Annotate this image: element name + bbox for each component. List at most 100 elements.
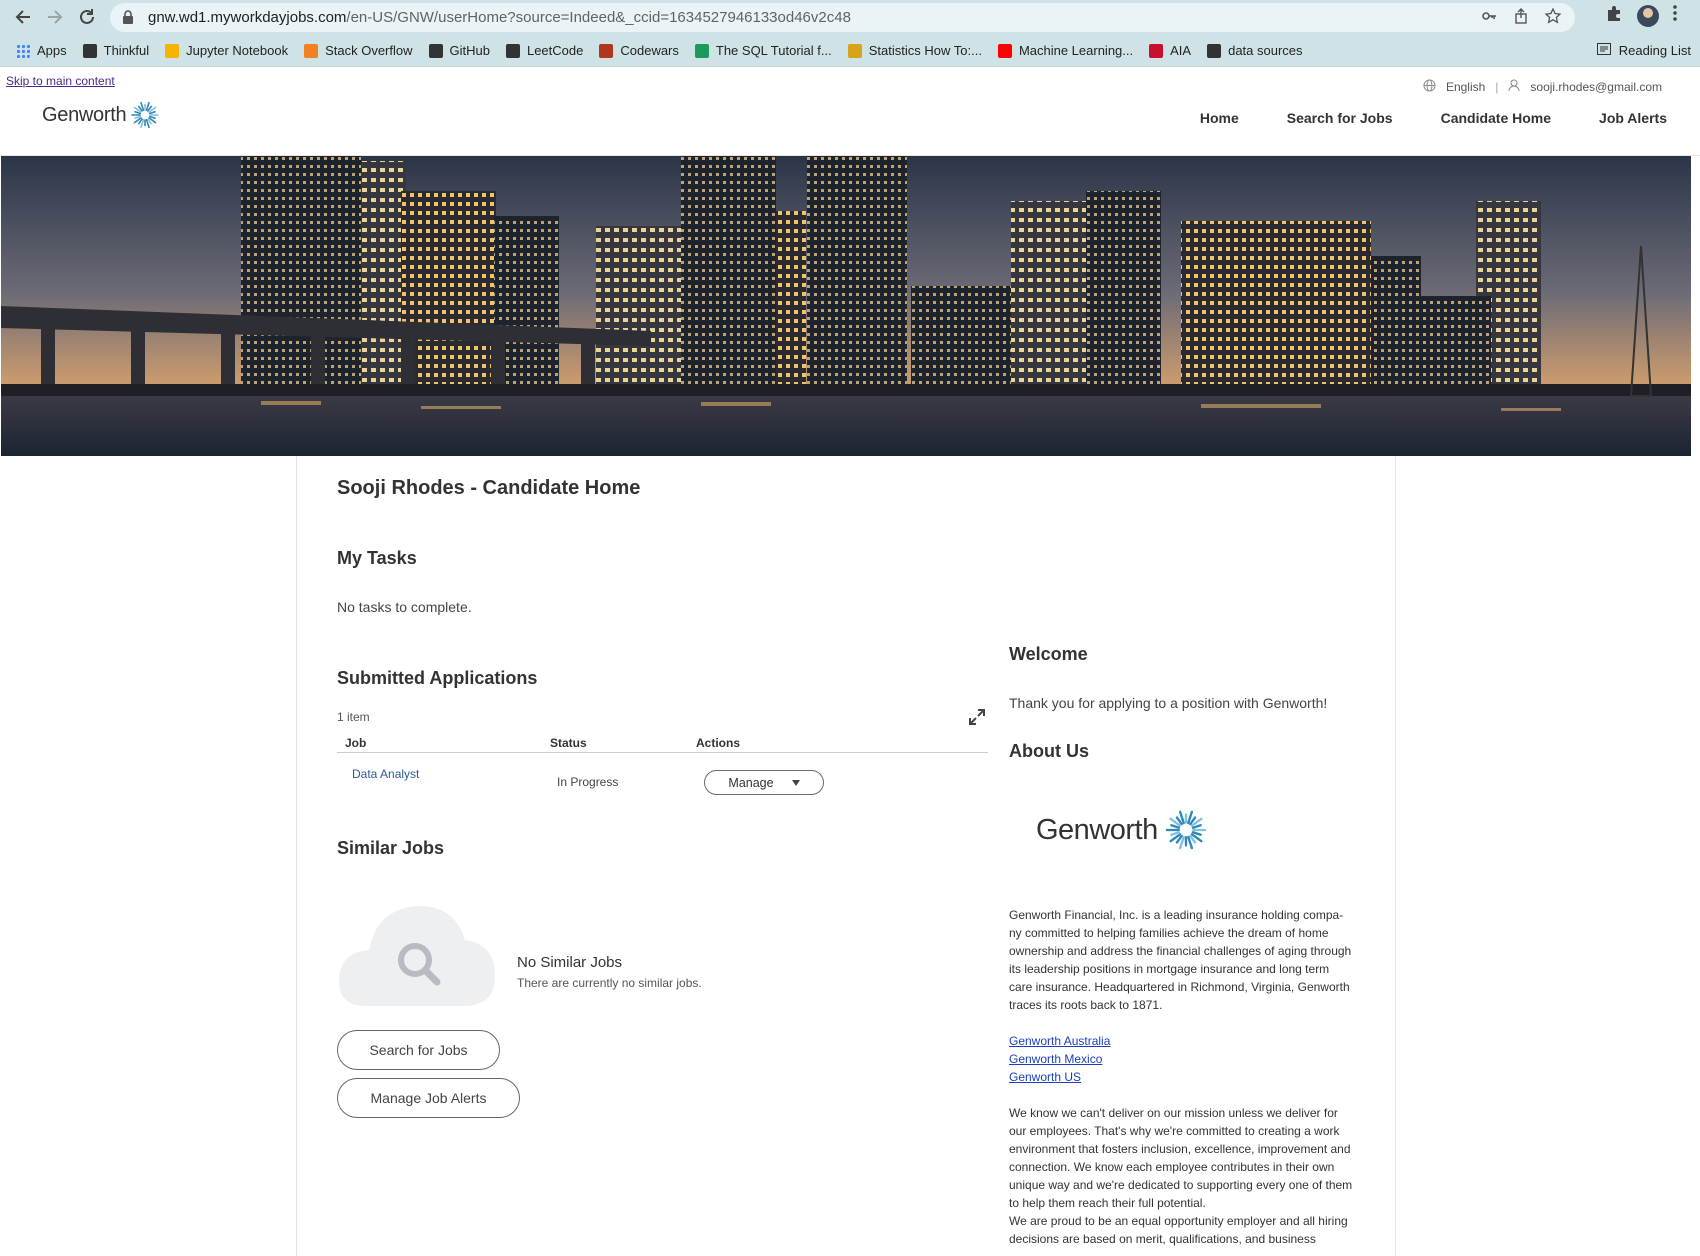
- bookmark-label: Jupyter Notebook: [186, 43, 289, 58]
- star-icon[interactable]: [1544, 7, 1562, 29]
- eeo-text: We are proud to be an equal opportunity …: [1009, 1214, 1348, 1246]
- column-header-status[interactable]: Status: [550, 736, 587, 750]
- search-for-jobs-button[interactable]: Search for Jobs: [337, 1030, 500, 1070]
- bookmark-label: data sources: [1228, 43, 1303, 58]
- utility-bar: English | sooji.rhodes@gmail.com: [1423, 79, 1662, 95]
- bookmark-item[interactable]: Stack Overflow: [304, 43, 413, 58]
- bookmark-label: Apps: [37, 43, 67, 58]
- expand-icon[interactable]: [968, 708, 986, 726]
- logo-wordmark: Genworth: [42, 103, 127, 126]
- regional-links: Genworth Australia Genworth Mexico Genwo…: [1009, 1032, 1110, 1086]
- my-tasks-heading: My Tasks: [337, 548, 417, 568]
- column-header-actions[interactable]: Actions: [696, 736, 740, 750]
- lock-icon: [122, 9, 138, 26]
- starburst-logo-icon: [1165, 810, 1206, 850]
- job-link-data-analyst[interactable]: Data Analyst: [352, 767, 419, 781]
- divider: |: [1495, 80, 1499, 94]
- leetcode-icon: [505, 43, 520, 58]
- hero-banner-image: [1, 156, 1691, 456]
- bookmark-item[interactable]: Apps: [16, 43, 67, 58]
- bookmark-label: Stack Overflow: [325, 43, 413, 58]
- bookmark-item[interactable]: Statistics How To:...: [847, 43, 982, 58]
- github-icon: [428, 43, 443, 58]
- bookmarks-bar: Apps Thinkful Jupyter Notebook Stack Overfl…: [0, 35, 1700, 67]
- reading-list-button[interactable]: Reading List: [1596, 43, 1691, 58]
- url-path: /en-US/GNW/userHome?source=Indeed&_ccid=…: [346, 9, 851, 26]
- chevron-down-icon: [791, 779, 800, 786]
- bookmark-item[interactable]: The SQL Tutorial f...: [694, 43, 832, 58]
- drive-icon: [165, 43, 180, 58]
- share-icon[interactable]: [1513, 8, 1529, 29]
- skip-to-main-link[interactable]: Skip to main content: [6, 74, 115, 88]
- key-icon[interactable]: [1481, 8, 1497, 29]
- welcome-text: Thank you for applying to a position wit…: [1009, 695, 1328, 711]
- user-email[interactable]: sooji.rhodes@gmail.com: [1530, 80, 1662, 94]
- bookmark-item[interactable]: Machine Learning...: [997, 43, 1134, 58]
- application-status: In Progress: [557, 775, 619, 789]
- bookmark-item[interactable]: Thinkful: [82, 43, 150, 58]
- link-genworth-us[interactable]: Genworth US: [1009, 1068, 1110, 1086]
- bookmark-label: The SQL Tutorial f...: [715, 43, 832, 58]
- codewars-icon: [599, 43, 614, 58]
- bookmark-label: Statistics How To:...: [868, 43, 982, 58]
- similar-jobs-heading: Similar Jobs: [337, 838, 445, 858]
- language-selector[interactable]: English: [1446, 80, 1485, 94]
- forward-arrow-icon[interactable]: [40, 2, 70, 32]
- bookmark-item[interactable]: data sources: [1207, 43, 1303, 58]
- bookmark-label: GitHub: [449, 43, 490, 58]
- aia-icon: [1149, 43, 1164, 58]
- user-icon: [1508, 79, 1520, 95]
- main-nav: Home Search for Jobs Candidate Home Job …: [1200, 110, 1667, 126]
- url-host: gnw.wd1.myworkdayjobs.com: [148, 9, 347, 26]
- nav-candidate-home[interactable]: Candidate Home: [1441, 110, 1551, 126]
- extensions-puzzle-icon[interactable]: [1605, 4, 1623, 27]
- nav-job-alerts[interactable]: Job Alerts: [1599, 110, 1667, 126]
- about-us-heading: About Us: [1009, 741, 1089, 761]
- bookmark-item[interactable]: LeetCode: [505, 43, 584, 58]
- manage-dropdown-button[interactable]: Manage: [704, 770, 824, 795]
- no-similar-jobs-subtext: There are currently no similar jobs.: [517, 976, 702, 990]
- nav-home[interactable]: Home: [1200, 110, 1239, 126]
- manage-job-alerts-button[interactable]: Manage Job Alerts: [337, 1078, 520, 1118]
- bookmark-item[interactable]: Codewars: [599, 43, 679, 58]
- applications-table-header: Job Status Actions: [337, 733, 988, 753]
- address-bar[interactable]: gnw.wd1.myworkdayjobs.com/en-US/GNW/user…: [110, 3, 1575, 32]
- about-genworth-logo: Genworth: [1036, 808, 1208, 852]
- bookmark-item[interactable]: Jupyter Notebook: [165, 43, 288, 58]
- reading-list-label: Reading List: [1618, 43, 1691, 58]
- about-logo-wordmark: Genworth: [1036, 813, 1158, 846]
- thinkful-icon: [82, 43, 97, 58]
- bookmark-item[interactable]: GitHub: [428, 43, 490, 58]
- bookmark-label: LeetCode: [526, 43, 584, 58]
- page-title: Sooji Rhodes - Candidate Home: [337, 477, 641, 499]
- tasks-empty-text: No tasks to complete.: [337, 599, 472, 615]
- cloud-search-illustration-icon: [337, 900, 497, 1008]
- profile-avatar[interactable]: [1637, 4, 1659, 27]
- back-arrow-icon[interactable]: [8, 2, 38, 32]
- stats-icon: [847, 43, 862, 58]
- reading-list-icon: [1596, 43, 1611, 58]
- link-genworth-mexico[interactable]: Genworth Mexico: [1009, 1050, 1110, 1068]
- bookmark-label: Machine Learning...: [1018, 43, 1134, 58]
- reload-icon[interactable]: [72, 2, 102, 32]
- apps-grid-icon: [16, 43, 30, 58]
- nav-search-for-jobs[interactable]: Search for Jobs: [1287, 110, 1393, 126]
- link-genworth-australia[interactable]: Genworth Australia: [1009, 1032, 1110, 1050]
- browser-menu-icon[interactable]: [1673, 5, 1677, 26]
- about-text: Genworth Financial, Inc. is a leading in…: [1009, 908, 1352, 1012]
- column-header-job[interactable]: Job: [345, 736, 366, 750]
- bookmark-item[interactable]: AIA: [1149, 43, 1191, 58]
- manage-label: Manage: [728, 775, 774, 790]
- youtube-icon: [997, 43, 1012, 58]
- item-count: 1 item: [337, 710, 370, 724]
- bookmark-label: Thinkful: [103, 43, 150, 58]
- submitted-applications-heading: Submitted Applications: [337, 668, 538, 688]
- globe-icon[interactable]: [1423, 79, 1436, 95]
- mission-text: We know we can't deliver on our mission …: [1009, 1106, 1353, 1210]
- gmail-icon: [694, 43, 709, 58]
- welcome-heading: Welcome: [1009, 644, 1088, 664]
- github-icon: [1207, 43, 1222, 58]
- bookmark-label: Codewars: [620, 43, 679, 58]
- genworth-logo[interactable]: Genworth: [42, 100, 160, 130]
- no-similar-jobs-title: No Similar Jobs: [517, 954, 623, 971]
